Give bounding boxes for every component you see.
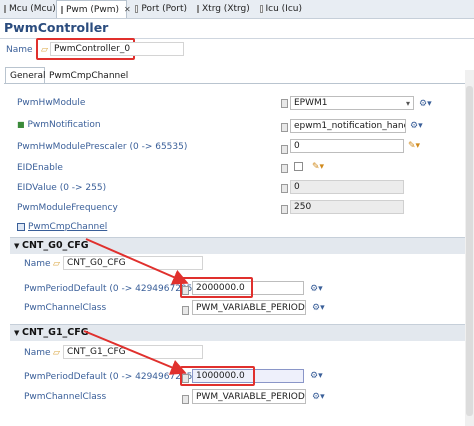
scrollbar-thumb[interactable] <box>466 86 473 416</box>
arrow-to-period-0 <box>85 238 189 285</box>
annotation-arrows <box>83 238 189 375</box>
arrow-to-period-1 <box>83 330 187 375</box>
